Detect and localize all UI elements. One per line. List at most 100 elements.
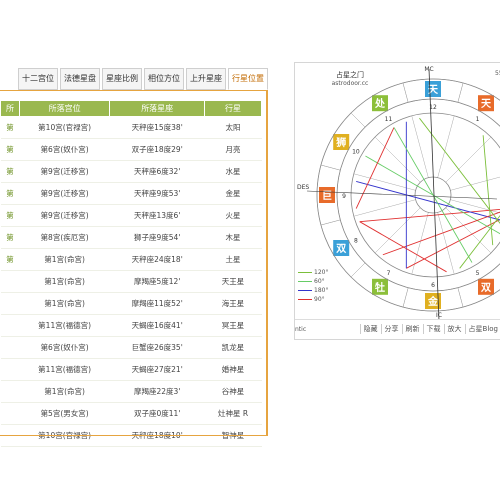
cell-sign: 巨蟹座26度35' [109, 336, 205, 359]
cell-house: 第1宫(命宫) [19, 292, 110, 315]
house-number: 7 [387, 270, 391, 277]
cell-house: 第8宫(疾厄宫) [19, 226, 110, 249]
house-number: 11 [385, 116, 393, 123]
cell-extra [0, 270, 20, 293]
legend-label: 180° [314, 287, 329, 294]
table-row: 第第9宫(迁移宫) 天秤座13度6' 火星 [0, 204, 262, 227]
table-body: 第第10宫(官禄宫) 天秤座15度38' 太阳第第6宫(奴仆宫) 双子座18度29' 月… [0, 116, 262, 447]
chart-toolbar: 占星Blog 放大 下载 刷新 分享 隐藏 ntic [295, 319, 500, 338]
cell-sign: 天秤座15度38' [109, 116, 205, 139]
aspect-legend: 120° 60° 180° 90° [295, 268, 328, 304]
table-row: 第第1宫(命宫) 天秤座24度18' 土星 [0, 248, 262, 271]
cell-planet: 金星 [204, 182, 262, 205]
chart-toolbar-button[interactable]: 分享 [380, 324, 402, 334]
table-row: 第第10宫(官禄宫) 天秤座15度38' 太阳 [0, 116, 262, 139]
cell-extra: 第 [0, 160, 20, 183]
col-header-extra: 所 [0, 100, 20, 117]
tab-sign-ratio[interactable]: 星座比例 [102, 68, 142, 90]
cell-planet: 海王星 [204, 292, 262, 315]
chart-toolbar-button[interactable]: 放大 [443, 324, 465, 334]
chart-header: 占星之门 [336, 70, 364, 79]
cell-house: 第1宫(命宫) [19, 248, 110, 271]
col-header-sign: 所落星座 [109, 100, 206, 117]
chart-site: astrodoor.cc [332, 80, 369, 87]
table-row: 第第8宫(疾厄宫) 狮子座9度54' 木星 [0, 226, 262, 249]
legend-swatch [298, 281, 312, 282]
table-row: 第11宫(福德宫) 天蝎座16度41' 冥王星 [0, 314, 262, 337]
cell-house: 第6宫(奴仆宫) [19, 336, 110, 359]
cell-extra [0, 358, 20, 381]
cell-sign: 天蝎座16度41' [109, 314, 205, 337]
cell-house: 第9宫(迁移宫) [19, 160, 110, 183]
tab-bar: 行星位置 上升星座 相位方位 星座比例 法德星盘 十二宫位 [0, 68, 268, 90]
cell-house: 第6宫(奴仆宫) [19, 138, 110, 161]
tab-aspects[interactable]: 相位方位 [144, 68, 184, 90]
table-row: 第1宫(命宫) 摩羯座22度3' 谷神星 [0, 380, 262, 403]
cell-sign: 摩羯座11度52' [109, 292, 205, 315]
ic-label: IC [436, 312, 442, 319]
table-row: 第11宫(福德宫) 天蝎座27度21' 婚神星 [0, 358, 262, 381]
legend-swatch [298, 272, 312, 273]
table-row: 第6宫(奴仆宫) 巨蟹座26度35' 凯龙星 [0, 336, 262, 359]
panel-bottom-border [0, 435, 268, 436]
cell-extra [0, 292, 20, 315]
sign-label: 双 [481, 282, 491, 294]
legend-item: 120° [295, 268, 328, 277]
table-row: 第第9宫(迁移宫) 天秤座9度53' 金星 [0, 182, 262, 205]
cell-extra: 第 [0, 182, 20, 205]
cell-sign: 狮子座9度54' [109, 226, 205, 249]
cell-house: 第9宫(迁移宫) [19, 182, 110, 205]
cell-house: 第11宫(福德宫) [19, 358, 110, 381]
col-header-planet: 行星 [204, 100, 262, 117]
chart-toolbar-button[interactable]: 下载 [422, 324, 444, 334]
legend-item: 90° [295, 295, 328, 304]
cell-extra: 第 [0, 204, 20, 227]
cell-house: 第11宫(福德宫) [19, 314, 110, 337]
planet-table-panel: 所 所落宫位 所落星座 行星 第第10宫(官禄宫) 天秤座15度38' 太阳第第6宫… [0, 90, 268, 447]
cell-house: 第10宫(官禄宫) [19, 116, 110, 139]
chart-toolbar-button[interactable]: 隐藏 [359, 324, 381, 334]
cell-extra [0, 314, 20, 337]
sign-label: 处 [374, 97, 386, 110]
cell-sign: 天秤座9度53' [109, 182, 205, 205]
legend-swatch [298, 299, 312, 300]
sign-label: 天 [481, 98, 492, 110]
mc-label: MC [424, 66, 433, 73]
sign-label: 牡 [375, 281, 385, 294]
tab-twelve-houses[interactable]: 十二宫位 [18, 68, 58, 90]
cell-house: 第5宫(男女宫) [19, 402, 110, 425]
cell-extra: 第 [0, 226, 20, 249]
table-row: 第1宫(命宫) 摩羯座5度12' 天王星 [0, 270, 262, 293]
cell-planet: 婚神星 [204, 358, 262, 381]
cell-extra [0, 336, 20, 359]
chart-toolbar-button[interactable]: 占星Blog [464, 324, 500, 334]
cell-planet: 水星 [204, 160, 262, 183]
chart-toolbar-button[interactable]: 刷新 [401, 324, 423, 334]
cell-extra: 第 [0, 138, 20, 161]
cell-planet: 天王星 [204, 270, 262, 293]
tab-chart-style[interactable]: 法德星盘 [60, 68, 100, 90]
table-row: 第第9宫(迁移宫) 天秤座6度32' 水星 [0, 160, 262, 183]
house-number: 1 [476, 116, 480, 123]
cell-house: 第1宫(命宫) [19, 380, 110, 403]
legend-label: 120° [314, 269, 329, 276]
cell-sign: 天秤座6度32' [109, 160, 205, 183]
cell-extra: 第 [0, 248, 20, 271]
cell-house: 第9宫(迁移宫) [19, 204, 110, 227]
house-number: 5 [476, 270, 480, 277]
sign-label: 金 [427, 295, 439, 308]
cell-planet: 谷神星 [204, 380, 262, 403]
tab-ascendant[interactable]: 上升星座 [186, 68, 226, 90]
planet-table: 所 所落宫位 所落星座 行星 第第10宫(官禄宫) 天秤座15度38' 太阳第第6宫… [0, 100, 262, 447]
table-row: 第1宫(命宫) 摩羯座11度52' 海王星 [0, 292, 262, 315]
house-number: 10 [352, 149, 360, 156]
cell-sign: 双子座0度11' [109, 402, 205, 425]
tab-planet-positions[interactable]: 行星位置 [228, 68, 268, 90]
chart-number: 55 [495, 70, 500, 77]
table-row: 第5宫(男女宫) 双子座0度11' 灶神星 R [0, 402, 262, 425]
cell-extra [0, 380, 20, 403]
sign-label: 狮 [335, 136, 346, 149]
legend-item: 60° [295, 277, 328, 286]
cell-extra: 第 [0, 116, 20, 139]
cell-planet: 灶神星 R [204, 402, 262, 425]
